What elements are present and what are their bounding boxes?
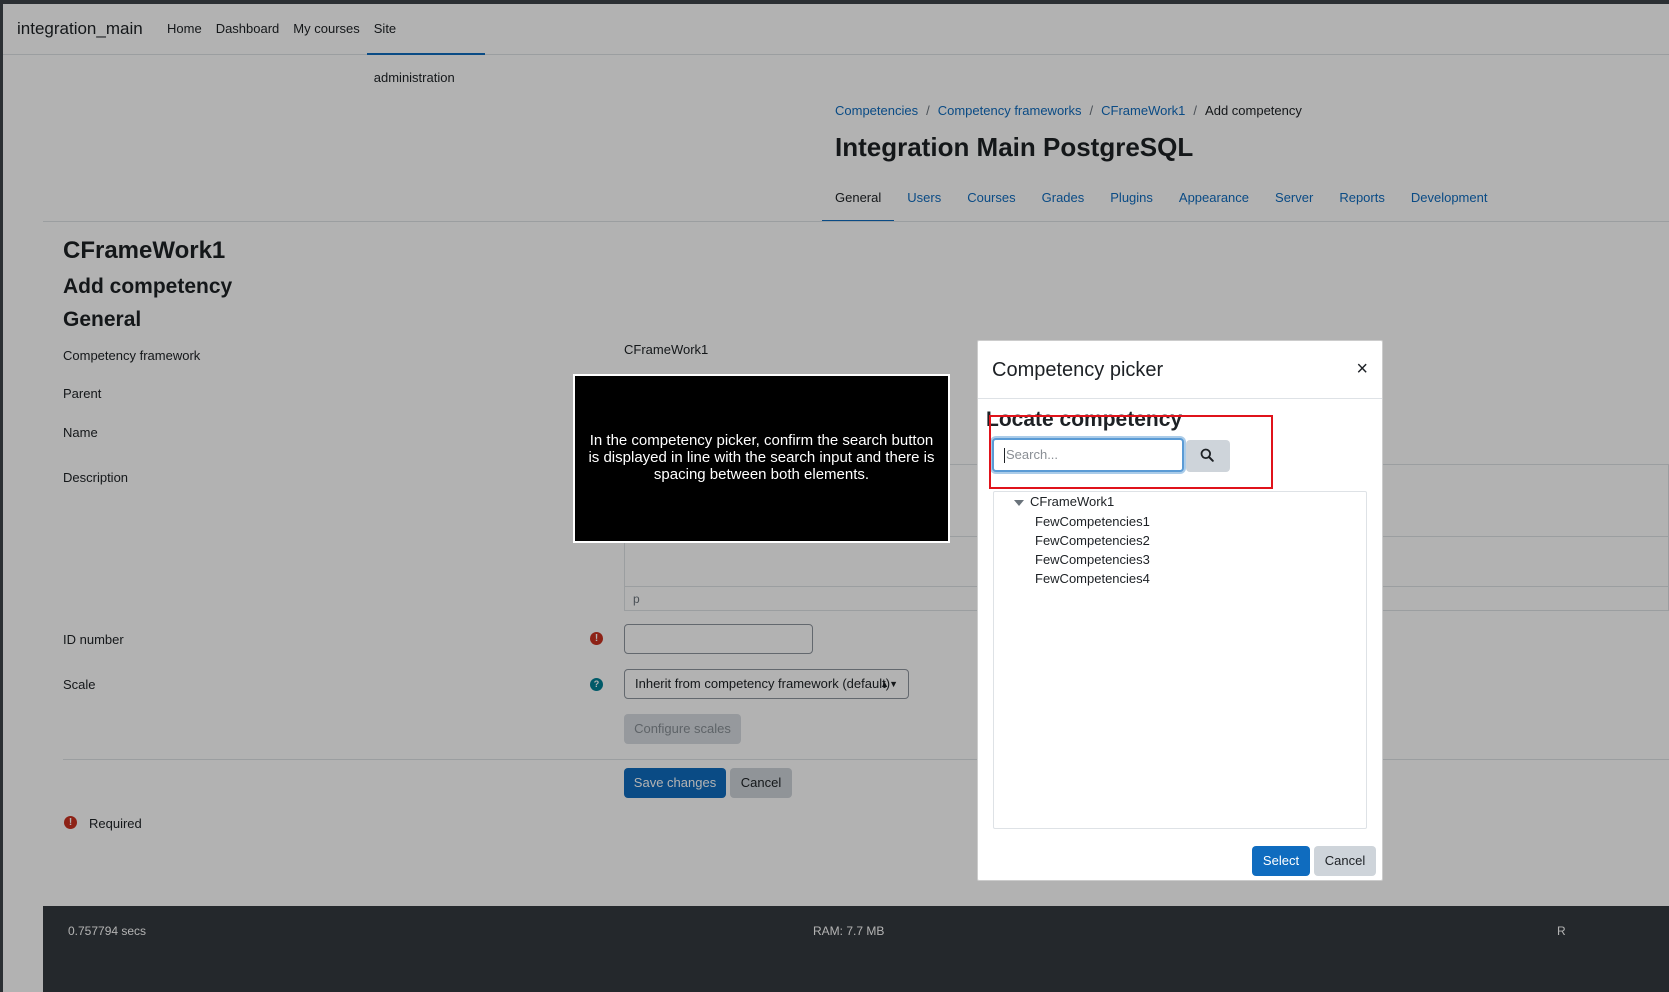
close-icon[interactable]: × <box>1356 359 1368 379</box>
tree-item[interactable]: FewCompetencies1 <box>1035 514 1150 529</box>
select-button[interactable]: Select <box>1252 846 1310 876</box>
tree-root-label: CFrameWork1 <box>1030 494 1115 509</box>
modal-header: Competency picker × <box>978 341 1382 399</box>
modal-title: Competency picker <box>992 359 1164 381</box>
page: integration_main Home Dashboard My cours… <box>3 4 1669 992</box>
tree-item[interactable]: FewCompetencies3 <box>1035 552 1150 567</box>
modal-cancel-button[interactable]: Cancel <box>1314 846 1376 876</box>
instruction-callout: In the competency picker, confirm the se… <box>573 374 950 543</box>
expand-triangle-icon[interactable] <box>1014 499 1024 506</box>
tree-item[interactable]: FewCompetencies2 <box>1035 533 1150 548</box>
tree-root-item[interactable]: CFrameWork1 <box>1014 494 1114 509</box>
competency-tree: CFrameWork1 FewCompetencies1 FewCompeten… <box>993 491 1367 829</box>
tree-item[interactable]: FewCompetencies4 <box>1035 571 1150 586</box>
highlight-box <box>989 415 1273 489</box>
